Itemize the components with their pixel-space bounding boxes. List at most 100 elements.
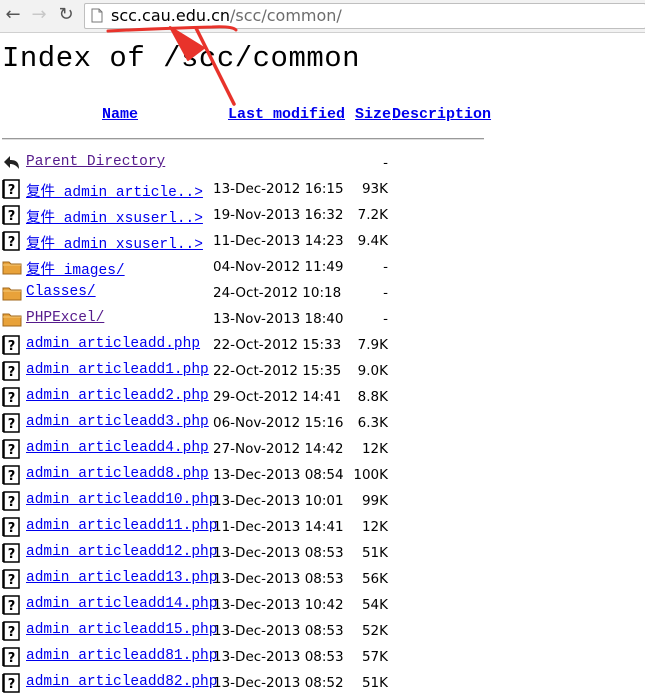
folder-icon — [2, 283, 22, 303]
entry-last-modified: 13-Dec-2013 10:42 — [213, 597, 344, 613]
unknown-file-icon: ? — [2, 543, 22, 563]
unknown-file-icon: ? — [2, 231, 22, 251]
table-row: PHPExcel/13-Nov-2013 18:40 - — [0, 306, 645, 332]
unknown-file-icon: ? — [2, 387, 22, 407]
entry-link[interactable]: admin articleadd2.php — [26, 388, 209, 404]
svg-text:?: ? — [8, 183, 16, 198]
entry-size: 51K — [361, 675, 388, 691]
entry-last-modified: 06-Nov-2012 15:16 — [213, 415, 344, 431]
entry-size: 8.8K — [357, 389, 388, 405]
entry-link[interactable]: 复件 images/ — [26, 258, 125, 279]
svg-text:?: ? — [8, 599, 16, 614]
reload-button[interactable]: ↻ — [55, 4, 77, 26]
entry-link[interactable]: Classes/ — [26, 284, 96, 300]
svg-text:?: ? — [8, 521, 16, 536]
table-row: ? admin articleadd4.php 27-Nov-2012 14:42 1… — [0, 436, 645, 462]
entry-link[interactable]: admin articleadd.php — [26, 336, 200, 352]
entry-link[interactable]: admin articleadd12.php — [26, 544, 217, 560]
entry-last-modified: 13-Dec-2013 10:01 — [213, 493, 344, 509]
unknown-file-icon: ? — [2, 465, 22, 485]
page-icon — [91, 8, 103, 23]
entry-link[interactable]: 复件 admin xsuserl..> — [26, 232, 203, 253]
svg-text:?: ? — [8, 469, 16, 484]
entry-link[interactable]: 复件 admin article..> — [26, 180, 203, 201]
folder-icon — [2, 257, 22, 277]
header-divider — [2, 138, 484, 140]
table-row: ? admin articleadd15.php 13-Dec-2013 08:53… — [0, 618, 645, 644]
unknown-file-icon: ? — [2, 439, 22, 459]
entry-size: 56K — [361, 571, 388, 587]
entry-size: 99K — [361, 493, 388, 509]
unknown-file-icon: ? — [2, 569, 22, 589]
entry-link[interactable]: admin articleadd3.php — [26, 414, 209, 430]
table-row: ? 复件 admin xsuserl..> 19-Nov-2013 16:32 7.2… — [0, 202, 645, 228]
column-header-last-modified[interactable]: Last modified — [228, 106, 345, 123]
entry-last-modified: 13-Dec-2013 08:53 — [213, 623, 344, 639]
entry-last-modified: 11-Dec-2013 14:41 — [213, 519, 344, 535]
address-bar[interactable]: scc.cau.edu.cn/scc/common/ — [84, 3, 645, 29]
table-row: 复件 images/04-Nov-2012 11:49 - — [0, 254, 645, 280]
svg-text:?: ? — [8, 235, 16, 250]
entry-link[interactable]: admin articleadd82.php — [26, 674, 217, 690]
entry-size: 93K — [361, 181, 388, 197]
svg-text:?: ? — [8, 417, 16, 432]
table-row: ? 复件 admin xsuserl..> 11-Dec-2013 14:23 9.4… — [0, 228, 645, 254]
back-arrow-icon: ← — [5, 4, 21, 25]
unknown-file-icon: ? — [2, 647, 22, 667]
entry-last-modified: 27-Nov-2012 14:42 — [213, 441, 344, 457]
entry-link[interactable]: admin articleadd13.php — [26, 570, 217, 586]
table-row: ? admin articleadd2.php 29-Oct-2012 14:41 8… — [0, 384, 645, 410]
entry-last-modified: 13-Dec-2013 08:53 — [213, 545, 344, 561]
entry-size: 54K — [361, 597, 388, 613]
column-header-name[interactable]: Name — [102, 106, 138, 123]
svg-text:?: ? — [8, 573, 16, 588]
entry-link[interactable]: PHPExcel/ — [26, 310, 104, 326]
entry-link[interactable]: admin articleadd81.php — [26, 648, 217, 664]
entry-last-modified: 22-Oct-2012 15:35 — [213, 363, 342, 379]
entry-link[interactable]: admin articleadd4.php — [26, 440, 209, 456]
entry-size: 7.9K — [357, 337, 388, 353]
unknown-file-icon: ? — [2, 595, 22, 615]
back-button[interactable]: ← — [2, 4, 24, 26]
unknown-file-icon: ? — [2, 517, 22, 537]
entry-last-modified: 11-Dec-2013 14:23 — [213, 233, 344, 249]
url-text: scc.cau.edu.cn/scc/common/ — [111, 7, 342, 25]
unknown-file-icon: ? — [2, 179, 22, 199]
entry-link[interactable]: admin articleadd14.php — [26, 596, 217, 612]
entry-size: 9.0K — [357, 363, 388, 379]
entry-last-modified: 04-Nov-2012 11:49 — [213, 259, 344, 275]
entry-link[interactable]: admin articleadd11.php — [26, 518, 217, 534]
table-row: Classes/24-Oct-2012 10:18 - — [0, 280, 645, 306]
entry-link[interactable]: admin articleadd8.php — [26, 466, 209, 482]
svg-text:?: ? — [8, 443, 16, 458]
url-host: scc.cau.edu.cn — [111, 6, 231, 25]
svg-text:?: ? — [8, 495, 16, 510]
forward-button[interactable]: → — [28, 4, 50, 26]
entry-last-modified: 13-Dec-2013 08:52 — [213, 675, 344, 691]
entry-size: 12K — [361, 519, 388, 535]
unknown-file-icon: ? — [2, 205, 22, 225]
unknown-file-icon: ? — [2, 673, 22, 693]
folder-icon — [2, 309, 22, 329]
entry-size: 12K — [361, 441, 388, 457]
table-row: ? admin articleadd82.php 13-Dec-2013 08:52… — [0, 670, 645, 696]
entry-size: 6.3K — [357, 415, 388, 431]
table-row: ? admin articleadd3.php 06-Nov-2012 15:16 6… — [0, 410, 645, 436]
entry-link[interactable]: 复件 admin xsuserl..> — [26, 206, 203, 227]
reload-icon: ↻ — [58, 4, 74, 25]
column-header-size[interactable]: Size — [355, 106, 391, 123]
entry-size: 9.4K — [357, 233, 388, 249]
column-header-description[interactable]: Description — [392, 106, 491, 123]
entry-size: 51K — [361, 545, 388, 561]
entry-last-modified: 22-Oct-2012 15:33 — [213, 337, 342, 353]
entry-link[interactable]: admin articleadd15.php — [26, 622, 217, 638]
svg-text:?: ? — [8, 209, 16, 224]
parent-directory-link[interactable]: Parent Directory — [26, 154, 165, 170]
svg-text:?: ? — [8, 677, 16, 692]
entry-last-modified: 13-Dec-2012 16:15 — [213, 181, 344, 197]
entry-size: - — [383, 155, 388, 171]
entry-link[interactable]: admin articleadd1.php — [26, 362, 209, 378]
entry-link[interactable]: admin articleadd10.php — [26, 492, 217, 508]
entry-last-modified: 13-Nov-2013 18:40 — [213, 311, 344, 327]
browser-toolbar: ← → ↻ scc.cau.edu.cn/scc/common/ — [0, 0, 645, 33]
